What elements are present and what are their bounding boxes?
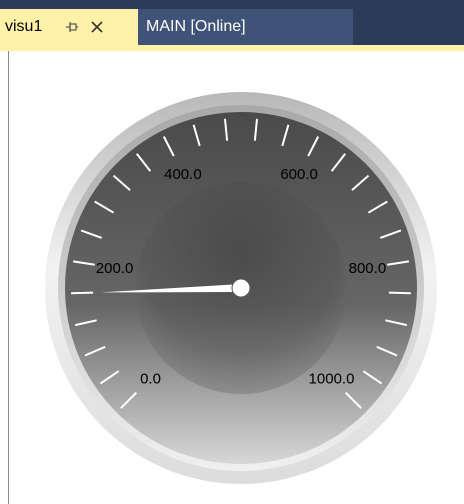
gauge-scale-label: 400.0 bbox=[164, 166, 202, 183]
gauge-scale-label: 200.0 bbox=[96, 260, 134, 277]
visualization-window: visu1 MAIN [Online] 0.0 200.0 400.0 600.… bbox=[0, 0, 464, 504]
gauge-scale-label: 0.0 bbox=[140, 371, 161, 388]
gauge-dial: 0.0 200.0 400.0 600.0 800.0 1000.0 bbox=[45, 92, 437, 484]
gauge-scale-label: 1000.0 bbox=[309, 371, 355, 388]
gauge-tick bbox=[388, 291, 411, 295]
gauge-tick bbox=[71, 291, 94, 295]
gauge-scale-label: 800.0 bbox=[349, 260, 387, 277]
gauge-needle-hub bbox=[231, 278, 251, 298]
gauge-scale-label: 600.0 bbox=[280, 166, 318, 183]
